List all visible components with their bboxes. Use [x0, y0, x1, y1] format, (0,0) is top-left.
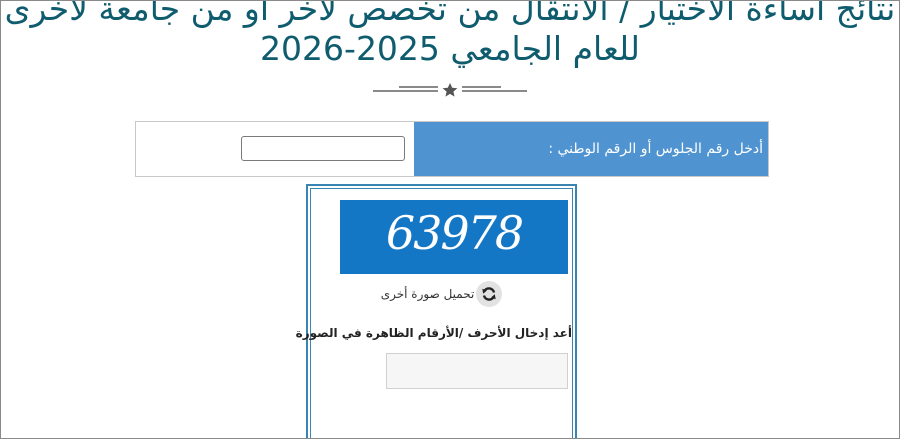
refresh-icon[interactable]	[476, 281, 503, 307]
reload-captcha-row: تحميل صورة أخرى	[311, 281, 572, 307]
divider-lines-right	[462, 86, 527, 92]
captcha-instruction: أعد إدخال الأحرف /الأرقام الظاهرة في الص…	[295, 326, 572, 340]
star-icon	[442, 83, 458, 97]
captcha-image: 63978	[340, 200, 568, 274]
reload-captcha-link[interactable]: تحميل صورة أخرى	[381, 287, 475, 301]
page-title-line-1: نتائج اساءة الاختيار / الانتقال من تخصص …	[4, 0, 896, 28]
captcha-panel-inner: 63978 تحميل صورة أخرى أعد إدخال الأحرف /…	[295, 188, 573, 438]
id-form-row: أدخل رقم الجلوس أو الرقم الوطني :	[135, 121, 769, 177]
page-title-line-2: للعام الجامعي 2025-2026	[260, 29, 640, 68]
title-divider	[373, 83, 527, 97]
id-number-label: أدخل رقم الجلوس أو الرقم الوطني :	[414, 122, 768, 176]
divider-lines-left	[373, 86, 438, 92]
id-number-input[interactable]	[241, 136, 405, 161]
captcha-code: 63978	[385, 206, 524, 260]
captcha-input[interactable]	[386, 353, 568, 389]
captcha-panel: 63978 تحميل صورة أخرى أعد إدخال الأحرف /…	[295, 184, 577, 438]
page-frame: نتائج اساءة الاختيار / الانتقال من تخصص …	[0, 0, 900, 439]
